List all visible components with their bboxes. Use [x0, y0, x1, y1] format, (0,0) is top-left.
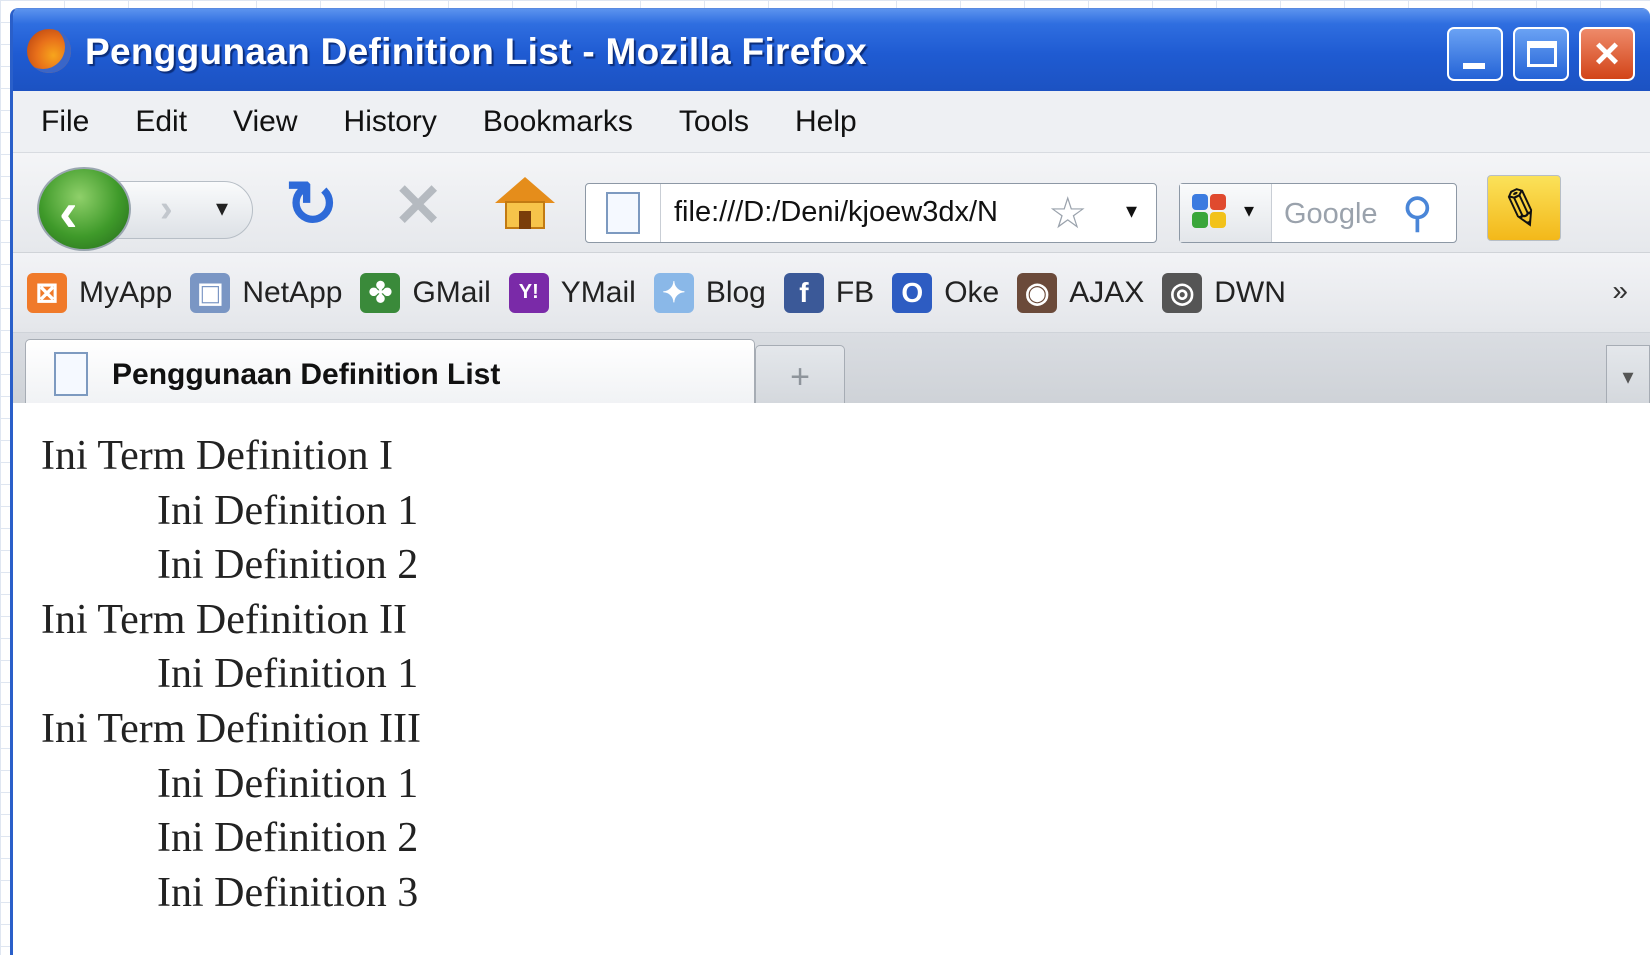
address-bar[interactable]: file:///D:/Deni/kjoew3dx/N ☆ ▾: [585, 183, 1157, 243]
term: Ini Term Definition II: [41, 596, 408, 643]
tab-label: Penggunaan Definition List: [112, 358, 501, 391]
definition: Ini Definition 2: [157, 542, 419, 589]
bookmark-netapp[interactable]: ▣ NetApp: [190, 272, 343, 313]
menu-edit[interactable]: Edit: [135, 105, 187, 139]
address-separator: [660, 184, 661, 242]
bookmark-label: YMail: [560, 275, 636, 309]
menu-bookmarks[interactable]: Bookmarks: [483, 105, 633, 139]
menu-file[interactable]: File: [41, 105, 89, 139]
minimize-button[interactable]: [1447, 27, 1503, 81]
window-title: Penggunaan Definition List - Mozilla Fir…: [85, 31, 867, 72]
close-icon: ×: [1594, 29, 1620, 78]
minimize-icon: [1463, 63, 1485, 69]
search-placeholder[interactable]: Google: [1284, 198, 1378, 231]
ajax-icon: ◉: [1017, 272, 1058, 313]
home-door-icon: [519, 211, 531, 229]
browser-window: Penggunaan Definition List - Mozilla Fir…: [10, 8, 1650, 955]
maximize-button[interactable]: [1513, 27, 1569, 81]
bookmark-oke[interactable]: O Oke: [892, 272, 1000, 313]
definition-list: Ini Term Definition I Ini Definition 1 I…: [41, 429, 1650, 920]
menu-help[interactable]: Help: [795, 105, 857, 139]
forward-arrow-icon: ›: [160, 188, 173, 230]
netapp-icon: ▣: [190, 272, 231, 313]
page-content: Ini Term Definition I Ini Definition 1 I…: [13, 403, 1650, 955]
bookmarks-toolbar: ⊠ MyApp ▣ NetApp ✤ GMail Y! YMail ✦ Blog…: [13, 253, 1650, 333]
stop-button[interactable]: ✕: [393, 171, 443, 241]
search-icon[interactable]: ⚲: [1402, 188, 1433, 237]
maximize-icon: [1527, 41, 1557, 67]
definition: Ini Definition 1: [157, 760, 419, 807]
back-button[interactable]: ‹: [37, 167, 131, 251]
facebook-icon: f: [783, 272, 824, 313]
bookmark-dwn[interactable]: ◎ DWN: [1162, 272, 1286, 313]
bookmark-blog[interactable]: ✦ Blog: [653, 272, 766, 313]
bookmark-label: GMail: [412, 275, 491, 309]
menu-bar: File Edit View History Bookmarks Tools H…: [13, 91, 1650, 153]
google-icon: ✤: [360, 272, 401, 313]
dwn-icon: ◎: [1162, 272, 1203, 313]
bookmark-label: NetApp: [242, 275, 343, 309]
definition: Ini Definition 1: [157, 487, 419, 534]
firefox-logo-icon: [27, 29, 71, 73]
reload-button[interactable]: ↻: [285, 167, 339, 242]
bookmarks-overflow-chevron-icon[interactable]: »: [1612, 275, 1628, 307]
close-button[interactable]: ×: [1579, 27, 1635, 81]
history-dropdown-icon[interactable]: ▾: [216, 194, 228, 223]
highlighter-icon: ✎: [1491, 175, 1551, 243]
back-arrow-icon: ‹: [59, 180, 78, 243]
google-icon-red: [1210, 194, 1226, 210]
menu-tools[interactable]: Tools: [679, 105, 749, 139]
bookmark-label: MyApp: [79, 275, 173, 309]
navigation-toolbar: › ▾ ‹ ↻ ✕ file:///D:/Deni/kjoew3dx/N ☆ ▾: [13, 153, 1650, 253]
url-dropdown-icon[interactable]: ▾: [1126, 198, 1137, 224]
new-tab-button[interactable]: +: [755, 345, 845, 411]
engine-dropdown-icon: ▾: [1244, 200, 1255, 222]
myapp-icon: ⊠: [27, 272, 67, 313]
bookmark-ajax[interactable]: ◉ AJAX: [1017, 272, 1145, 313]
page-icon: [606, 192, 640, 234]
url-text[interactable]: file:///D:/Deni/kjoew3dx/N: [674, 196, 1040, 229]
blog-icon: ✦: [653, 272, 694, 313]
bookmark-fb[interactable]: f FB: [783, 272, 875, 313]
home-roof-icon: [495, 177, 555, 203]
bookmark-gmail[interactable]: ✤ GMail: [360, 272, 491, 313]
bookmark-label: FB: [835, 275, 875, 309]
definition: Ini Definition 1: [157, 651, 419, 698]
home-button[interactable]: [495, 177, 555, 233]
bookmark-label: DWN: [1214, 275, 1286, 309]
google-icon-blue: [1192, 194, 1208, 210]
highlighter-button[interactable]: ✎: [1487, 175, 1561, 243]
definition: Ini Definition 2: [157, 815, 419, 862]
google-icon-yellow: [1210, 212, 1226, 228]
bookmark-myapp[interactable]: ⊠ MyApp: [27, 272, 173, 313]
menu-view[interactable]: View: [233, 105, 297, 139]
term: Ini Term Definition I: [41, 433, 394, 479]
oke-icon: O: [892, 272, 933, 313]
tab-strip: Penggunaan Definition List + ▾: [13, 333, 1650, 415]
definition: Ini Definition 3: [157, 869, 419, 916]
menu-history[interactable]: History: [344, 105, 437, 139]
bookmark-label: Oke: [944, 275, 1000, 309]
search-engine-selector[interactable]: ▾: [1180, 184, 1272, 242]
search-bar[interactable]: ▾ Google ⚲: [1179, 183, 1457, 243]
title-bar: Penggunaan Definition List - Mozilla Fir…: [13, 9, 1650, 91]
bookmark-ymail[interactable]: Y! YMail: [508, 272, 636, 313]
tab-list-button[interactable]: ▾: [1606, 345, 1650, 411]
bookmark-label: Blog: [705, 275, 766, 309]
google-icon-green: [1192, 212, 1208, 228]
tab-page-icon: [54, 352, 88, 396]
bookmark-star-icon[interactable]: ☆: [1048, 188, 1087, 239]
yahoo-icon: Y!: [508, 272, 549, 313]
term: Ini Term Definition III: [41, 705, 422, 752]
bookmark-label: AJAX: [1069, 275, 1145, 309]
